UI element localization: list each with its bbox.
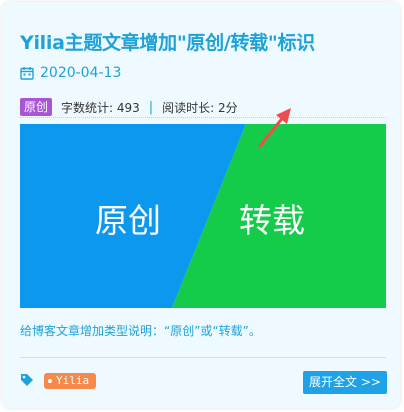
tag-yilia[interactable]: Yilia: [44, 373, 97, 389]
post-date-row: 2020-04-13: [20, 65, 121, 81]
original-badge: 原创: [20, 98, 53, 116]
word-count: 字数统计: 493: [61, 100, 140, 115]
red-arrow-annotation: [258, 108, 291, 148]
post-summary: 给博客文章增加类型说明：“原创”或“转载”。: [20, 324, 261, 338]
post-date[interactable]: 2020-04-13: [40, 65, 121, 81]
post-card: Yilia主题文章增加"原创/转载"标识 2020-04-13 原创 字数统计:…: [2, 2, 400, 408]
calendar-icon: [20, 67, 34, 80]
tag-icon: [21, 374, 33, 386]
cover-image[interactable]: 原创 转载: [20, 124, 386, 308]
meta-separator: |: [148, 99, 154, 115]
read-time: 阅读时长: 2分: [162, 100, 238, 115]
post-title[interactable]: Yilia主题文章增加"原创/转载"标识: [20, 28, 315, 55]
read-more-button[interactable]: 展开全文 >>: [303, 371, 387, 394]
post-meta: 原创 字数统计: 493 | 阅读时长: 2分: [20, 97, 386, 118]
divider: [20, 357, 386, 358]
cover-right-text: 转载: [239, 201, 305, 240]
cover-left-text: 原创: [95, 201, 161, 240]
